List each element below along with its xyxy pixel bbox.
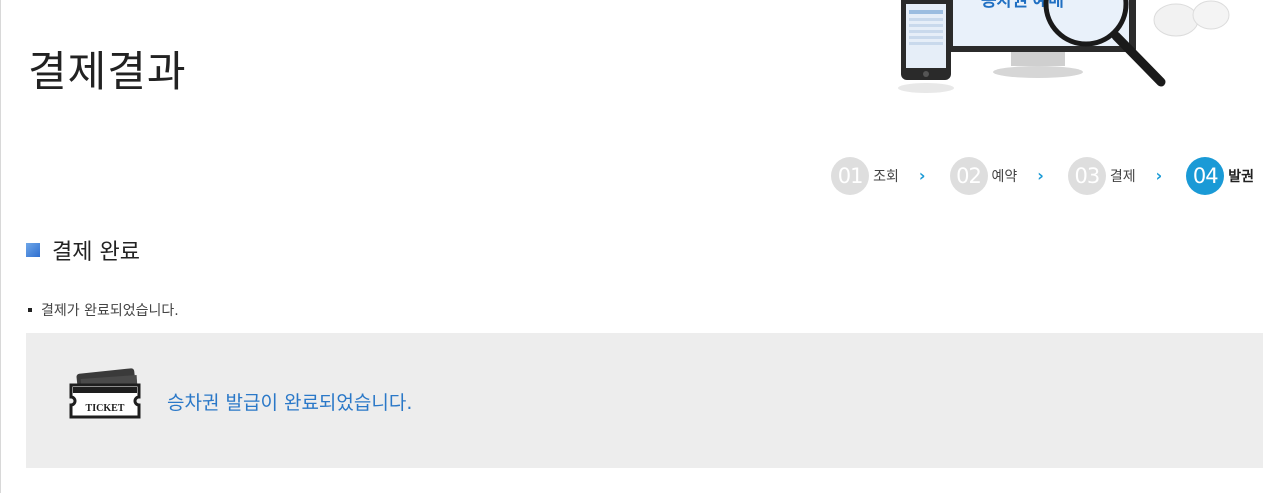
step-label: 예약 xyxy=(991,169,1018,185)
step-number: 01 xyxy=(831,157,870,195)
bullet-icon xyxy=(28,308,32,312)
step-number: 03 xyxy=(1067,157,1106,195)
chevron-right-icon: › xyxy=(1037,166,1044,185)
notice-text: 결제가 완료되었습니다. xyxy=(41,303,179,319)
square-bullet-icon xyxy=(26,243,40,257)
banner-illustration: 승차권 예매 xyxy=(898,0,1230,93)
page-title: 결제결과 xyxy=(28,47,187,97)
step-4-current: 04 발권 xyxy=(1186,157,1254,195)
step-label: 결제 xyxy=(1109,169,1136,185)
progress-steps: 01 조회 › 02 예약 › 03 결제 › 04 발권 xyxy=(831,157,1254,195)
step-1: 01 조회 xyxy=(831,157,899,195)
banner-text: 승차권 예매 xyxy=(981,0,1064,10)
step-3: 03 결제 xyxy=(1067,157,1136,195)
section-title: 결제 완료 xyxy=(52,240,140,265)
section-heading: 결제 완료 xyxy=(26,234,140,266)
notice-line: 결제가 완료되었습니다. xyxy=(28,300,179,320)
chevron-right-icon: › xyxy=(1155,166,1163,185)
result-message: 승차권 발급이 완료되었습니다. xyxy=(167,392,413,414)
step-label: 발권 xyxy=(1228,169,1254,185)
step-label: 조회 xyxy=(873,169,899,185)
step-number: 04 xyxy=(1186,157,1225,195)
chevron-right-icon: › xyxy=(918,166,926,185)
result-panel: TICKET 승차권 발급이 완료되었습니다. xyxy=(26,333,1263,468)
page-frame: 결제결과 승차권 예매 01 조회 › 02 예약 › 03 결제 › 04 발… xyxy=(0,0,1280,493)
step-number: 02 xyxy=(949,157,988,195)
svg-text:TICKET: TICKET xyxy=(86,403,125,414)
ticket-icon: TICKET xyxy=(69,368,141,419)
step-2: 02 예약 xyxy=(949,157,1018,195)
